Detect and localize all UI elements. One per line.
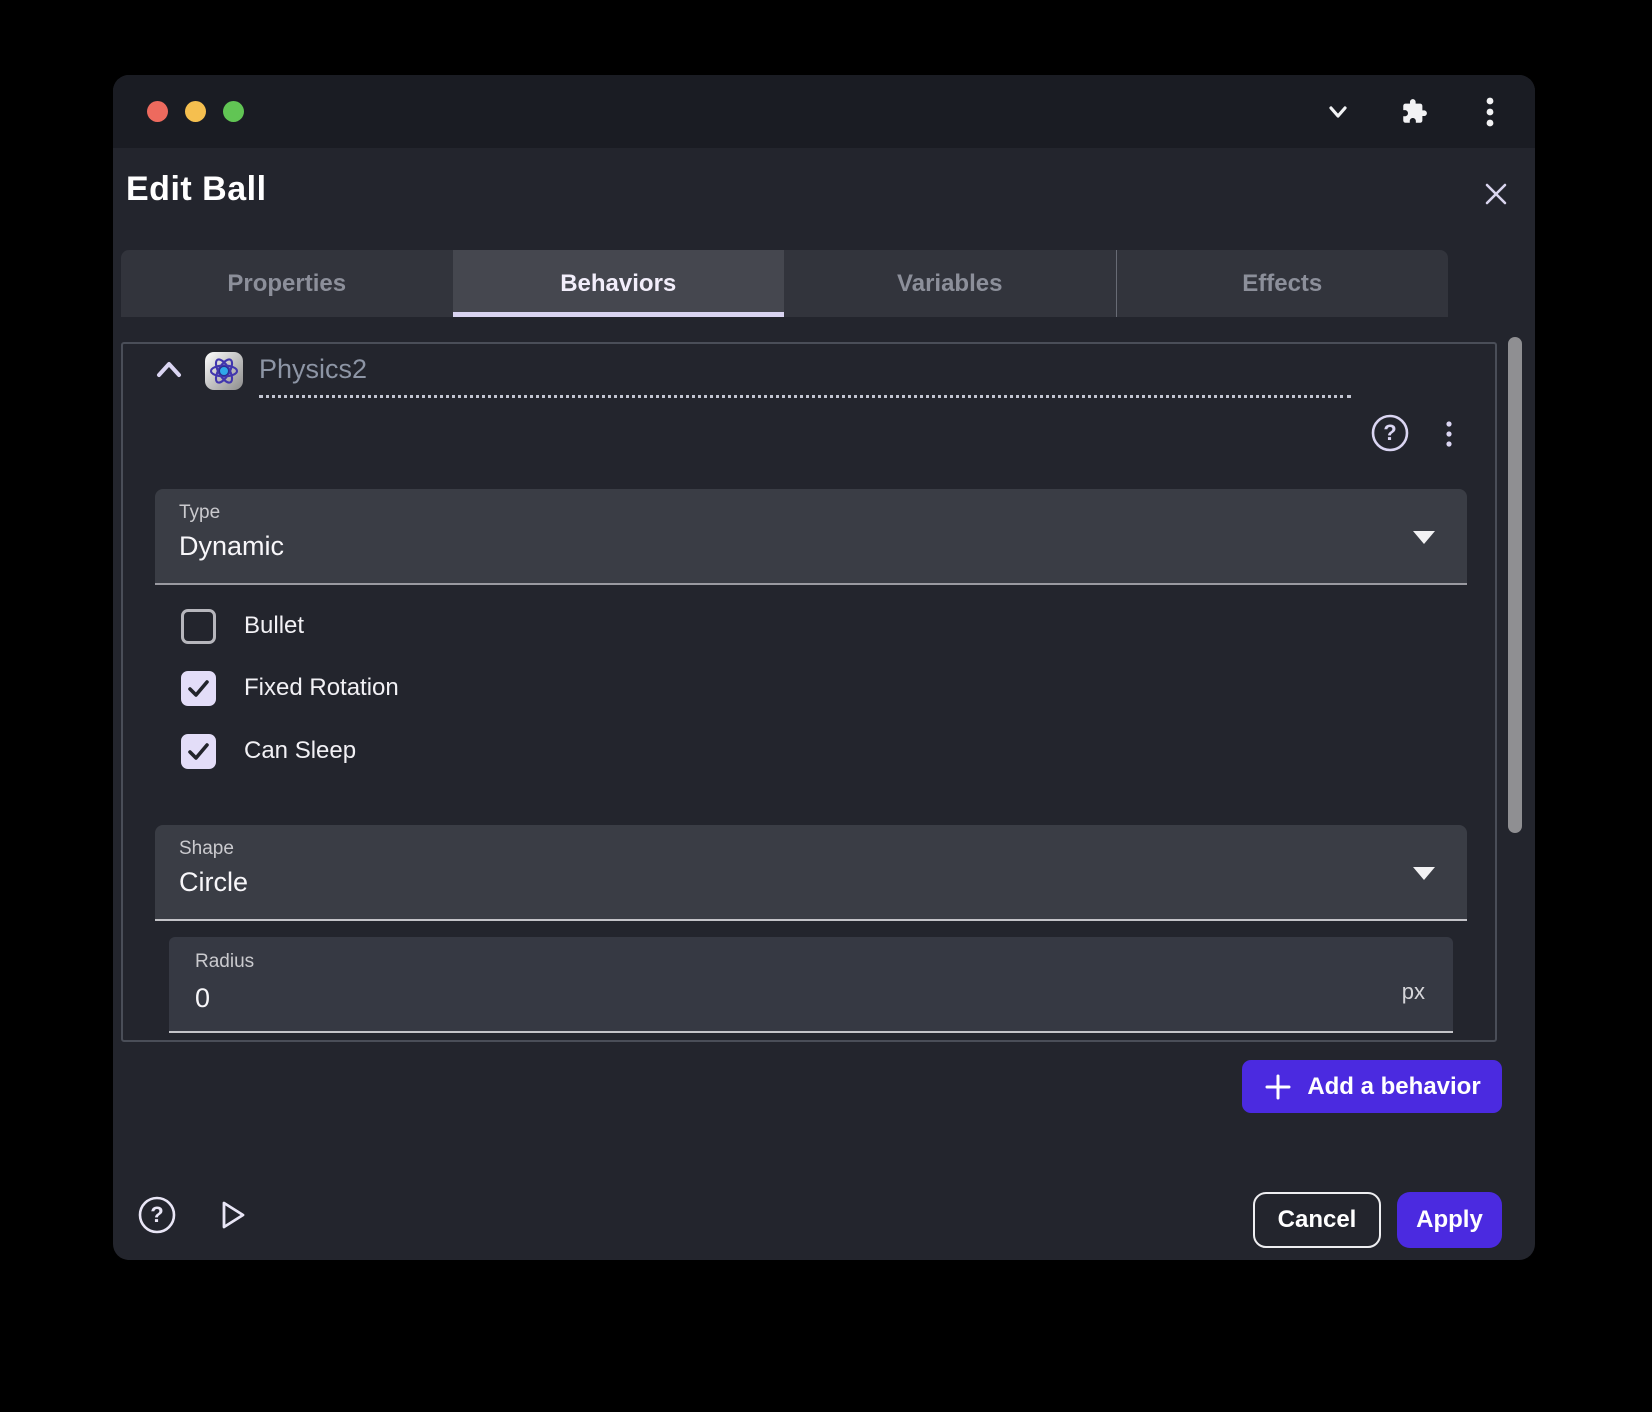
plus-icon <box>1263 1072 1293 1102</box>
scrollbar[interactable] <box>1508 337 1522 833</box>
chevron-down-icon[interactable] <box>1323 97 1353 127</box>
radius-label: Radius <box>195 951 254 973</box>
shape-label: Shape <box>179 838 234 860</box>
bullet-checkbox[interactable] <box>181 609 216 644</box>
fullscreen-window-button[interactable] <box>223 101 244 122</box>
close-dialog-icon[interactable] <box>1478 176 1514 212</box>
play-preview-icon[interactable] <box>211 1194 253 1236</box>
tab-bar: Properties Behaviors Variables Effects <box>121 250 1448 317</box>
window-titlebar <box>113 75 1535 148</box>
svg-text:?: ? <box>1383 420 1396 445</box>
svg-text:?: ? <box>150 1202 163 1227</box>
behavior-options-kebab-icon[interactable] <box>1445 420 1455 450</box>
bullet-checkbox-row[interactable]: Bullet <box>181 608 304 644</box>
kebab-menu-icon[interactable] <box>1475 97 1505 127</box>
behavior-name-field[interactable]: Physics2 <box>259 354 1351 398</box>
minimize-window-button[interactable] <box>185 101 206 122</box>
bullet-checkbox-label: Bullet <box>244 612 304 640</box>
close-window-button[interactable] <box>147 101 168 122</box>
tab-variables[interactable]: Variables <box>784 250 1117 317</box>
screen-background: Edit Ball Properties Behaviors Variables… <box>0 0 1652 1412</box>
type-value: Dynamic <box>179 531 284 562</box>
edit-object-dialog-window: Edit Ball Properties Behaviors Variables… <box>113 75 1535 1260</box>
tab-properties[interactable]: Properties <box>121 250 453 317</box>
traffic-lights <box>147 101 244 122</box>
shape-value: Circle <box>179 867 248 898</box>
can-sleep-checkbox-row[interactable]: Can Sleep <box>181 733 356 769</box>
can-sleep-checkbox[interactable] <box>181 734 216 769</box>
can-sleep-checkbox-label: Can Sleep <box>244 737 356 765</box>
physics-atom-icon <box>205 352 243 390</box>
puzzle-extension-icon[interactable] <box>1399 97 1429 127</box>
dialog-header: Edit Ball <box>126 148 1535 230</box>
shape-select[interactable]: Shape Circle <box>155 825 1467 921</box>
fixed-rotation-checkbox-row[interactable]: Fixed Rotation <box>181 670 399 706</box>
tab-effects[interactable]: Effects <box>1117 250 1449 317</box>
page-title: Edit Ball <box>126 170 267 209</box>
apply-button[interactable]: Apply <box>1397 1192 1502 1248</box>
tab-behaviors[interactable]: Behaviors <box>453 250 785 317</box>
titlebar-actions <box>1323 97 1505 127</box>
help-icon[interactable]: ? <box>1369 412 1411 454</box>
cancel-button[interactable]: Cancel <box>1253 1192 1381 1248</box>
type-select[interactable]: Type Dynamic <box>155 489 1467 585</box>
collapse-chevron-up-icon[interactable] <box>153 356 185 384</box>
type-label: Type <box>179 502 220 524</box>
dropdown-arrow-icon <box>1413 531 1435 544</box>
fixed-rotation-checkbox-label: Fixed Rotation <box>244 674 399 702</box>
add-behavior-label: Add a behavior <box>1307 1073 1480 1101</box>
radius-value: 0 <box>195 983 210 1014</box>
fixed-rotation-checkbox[interactable] <box>181 671 216 706</box>
radius-input[interactable]: Radius 0 px <box>169 937 1453 1033</box>
behavior-panel: Physics2 ? Type Dynamic <box>121 342 1497 1042</box>
radius-unit: px <box>1402 979 1425 1005</box>
add-behavior-button[interactable]: Add a behavior <box>1242 1060 1502 1113</box>
dropdown-arrow-icon <box>1413 867 1435 880</box>
help-icon[interactable]: ? <box>136 1194 178 1236</box>
